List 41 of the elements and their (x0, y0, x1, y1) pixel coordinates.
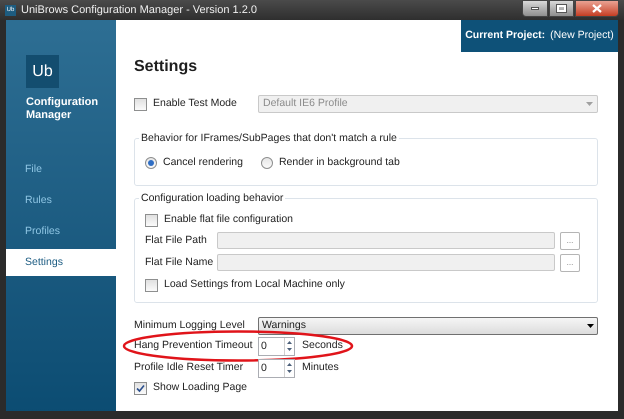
maximize-button[interactable] (549, 0, 574, 17)
field-label: Profile Idle Reset Timer (134, 360, 244, 376)
project-value: (New Project) (550, 28, 614, 44)
page-heading: Settings (134, 57, 198, 77)
group-title: Behavior for IFrames/SubPages that don't match a rule (140, 131, 398, 146)
radio-label: Cancel rendering (163, 154, 243, 170)
field-label: Minimum Logging Level (134, 318, 246, 334)
app-name: Configuration Manager (26, 96, 100, 122)
number-spinner[interactable]: 0 (258, 336, 295, 356)
logging-dropdown[interactable]: Warnings (258, 317, 598, 336)
field-label: Hang Prevention Timeout (134, 338, 254, 354)
checkbox-label: Enable flat file configuration (164, 212, 293, 228)
unit-label: Minutes (302, 360, 339, 376)
radio-button[interactable] (260, 156, 273, 169)
field-label: Flat File Name (145, 254, 214, 270)
unit-label: Seconds (302, 338, 343, 354)
nav-item[interactable]: Profiles (6, 218, 116, 245)
number-spinner[interactable]: 0 (258, 358, 295, 378)
close-button[interactable] (575, 0, 619, 17)
checkbox-label: Load Settings from Local Machine only (164, 277, 345, 292)
project-label: Current Project: (465, 28, 546, 44)
nav-item[interactable]: File (6, 156, 116, 183)
nav-item[interactable]: Settings (6, 249, 116, 276)
check-icon (136, 384, 145, 393)
logo-tile: Ub (26, 55, 59, 88)
checkbox-label: Enable Test Mode (153, 96, 237, 112)
checkbox[interactable] (145, 214, 158, 227)
close-icon (592, 4, 602, 13)
field-label: Flat File Path (145, 232, 208, 248)
group-title: Configuration loading behavior (140, 190, 284, 206)
nav-item[interactable]: Rules (6, 187, 116, 214)
checkbox[interactable] (134, 98, 147, 110)
dropdown-arrow-icon (587, 324, 594, 328)
checkbox[interactable] (134, 382, 147, 395)
radio-button[interactable] (145, 156, 157, 169)
dropdown-arrow-icon (586, 102, 593, 106)
checkbox[interactable] (145, 278, 158, 292)
window-title: UniBrows Configuration Manager - Version 1.2.0 (21, 2, 258, 18)
checkbox-label: Show Loading Page (153, 380, 247, 396)
minimize-button[interactable] (522, 0, 548, 17)
radio-label: Render in background tab (278, 154, 400, 170)
